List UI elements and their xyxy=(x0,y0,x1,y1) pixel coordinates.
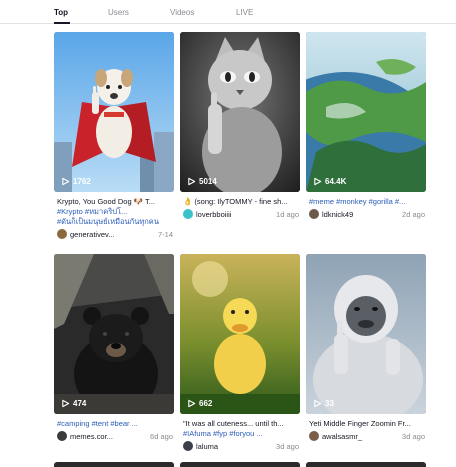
video-meta: laluma 3d ago xyxy=(183,440,299,452)
yeti-image xyxy=(306,254,426,414)
post-date: 3d ago xyxy=(402,431,425,441)
avatar[interactable] xyxy=(57,431,67,441)
caption-line: Krypto, You Good Dog 🐶 T... xyxy=(57,197,156,206)
play-icon xyxy=(314,399,322,408)
video-caption[interactable]: #camping #tent #bear ... xyxy=(57,419,173,429)
username[interactable]: loverbboiiii xyxy=(196,210,272,219)
video-caption[interactable]: Krypto, You Good Dog 🐶 T... #Krypto #หมา… xyxy=(57,197,173,227)
video-thumbnail[interactable]: 33 xyxy=(306,254,426,414)
caption-hashtags[interactable]: #ดันก็เป็นมนุษย์เหมือนกันทุกคน xyxy=(57,217,173,227)
avatar[interactable] xyxy=(183,209,193,219)
caption-line: 👌 (song: IlyTOMMY - fine sh... xyxy=(183,197,288,206)
video-caption[interactable]: 👌 (song: IlyTOMMY - fine sh... xyxy=(183,197,299,207)
post-date: 1d ago xyxy=(276,209,299,219)
video-thumbnail[interactable]: 1762 xyxy=(54,32,174,192)
video-caption[interactable]: "It was all cuteness... until th... #IAf… xyxy=(183,419,299,439)
video-card: 1762 Krypto, You Good Dog 🐶 T... #Krypto… xyxy=(54,32,174,239)
planet-image xyxy=(306,32,426,192)
view-count: 1762 xyxy=(61,177,91,186)
post-date: 2d ago xyxy=(402,209,425,219)
tab-users[interactable]: Users xyxy=(108,8,129,17)
play-icon xyxy=(62,399,70,408)
video-card: 33 Yeti Middle Finger Zoomin Fr... awals… xyxy=(306,254,426,454)
video-meta: loverbboiiii 1d ago xyxy=(183,208,299,220)
play-icon xyxy=(314,177,322,186)
duckling-image xyxy=(180,254,300,414)
avatar[interactable] xyxy=(309,209,319,219)
active-tab-indicator xyxy=(54,22,70,24)
username[interactable]: memes.cor... xyxy=(70,432,146,441)
video-thumbnail[interactable]: 474 xyxy=(54,254,174,414)
caption-line: Yeti Middle Finger Zoomin Fr... xyxy=(309,419,411,428)
post-date: 6d ago xyxy=(150,431,173,441)
tab-top[interactable]: Top xyxy=(54,8,68,17)
view-count-value: 33 xyxy=(325,399,334,408)
video-thumbnail[interactable]: 64.4K xyxy=(306,32,426,192)
next-row-preview xyxy=(54,462,426,467)
view-count-value: 474 xyxy=(73,399,87,408)
view-count: 5014 xyxy=(187,177,217,186)
avatar[interactable] xyxy=(309,431,319,441)
video-thumbnail[interactable] xyxy=(54,462,174,467)
avatar[interactable] xyxy=(183,441,193,451)
play-icon xyxy=(188,399,196,408)
post-date: 7-14 xyxy=(157,229,173,239)
caption-hashtags[interactable]: #Krypto #หมาคริปโ... xyxy=(57,207,173,217)
view-count-value: 64.4K xyxy=(325,177,347,186)
video-card: 64.4K #meme #monkey #gorilla #... ldknic… xyxy=(306,32,426,232)
search-tabs: Top Users Videos LIVE xyxy=(0,0,456,24)
username[interactable]: generativev... xyxy=(70,230,154,239)
view-count: 33 xyxy=(313,399,334,408)
video-thumbnail[interactable]: 5014 xyxy=(180,32,300,192)
avatar[interactable] xyxy=(57,229,67,239)
play-icon xyxy=(188,177,196,186)
view-count: 64.4K xyxy=(313,177,346,186)
video-card: 5014 👌 (song: IlyTOMMY - fine sh... love… xyxy=(180,32,300,232)
video-meta: memes.cor... 6d ago xyxy=(57,430,173,442)
username[interactable]: awalsasmr_ xyxy=(322,432,398,441)
view-count-value: 5014 xyxy=(199,177,217,186)
view-count-value: 662 xyxy=(199,399,213,408)
caption-hashtags[interactable]: #camping #tent #bear ... xyxy=(57,419,173,429)
video-caption[interactable]: #meme #monkey #gorilla #... xyxy=(309,197,425,207)
video-thumbnail[interactable] xyxy=(180,462,300,467)
video-meta: awalsasmr_ 3d ago xyxy=(309,430,425,442)
view-count: 474 xyxy=(61,399,86,408)
video-card: 662 "It was all cuteness... until th... … xyxy=(180,254,300,454)
video-thumbnail[interactable] xyxy=(306,462,426,467)
tab-videos[interactable]: Videos xyxy=(170,8,194,17)
view-count: 662 xyxy=(187,399,212,408)
view-count-value: 1762 xyxy=(73,177,91,186)
video-card: 474 #camping #tent #bear ... memes.cor..… xyxy=(54,254,174,454)
video-thumbnail[interactable]: 662 xyxy=(180,254,300,414)
cat-image xyxy=(180,32,300,192)
dog-superhero-image xyxy=(54,32,174,192)
play-icon xyxy=(62,177,70,186)
caption-hashtags[interactable]: #meme #monkey #gorilla #... xyxy=(309,197,425,207)
username[interactable]: laluma xyxy=(196,442,272,451)
video-meta: ldknick49 2d ago xyxy=(309,208,425,220)
tab-live[interactable]: LIVE xyxy=(236,8,253,17)
caption-line: "It was all cuteness... until th... xyxy=(183,419,284,428)
video-caption[interactable]: Yeti Middle Finger Zoomin Fr... xyxy=(309,419,425,429)
post-date: 3d ago xyxy=(276,441,299,451)
video-meta: generativev... 7-14 xyxy=(57,228,173,240)
caption-hashtags[interactable]: #IAfuma #fyp #foryou ... xyxy=(183,429,299,439)
bear-image xyxy=(54,254,174,414)
username[interactable]: ldknick49 xyxy=(322,210,398,219)
